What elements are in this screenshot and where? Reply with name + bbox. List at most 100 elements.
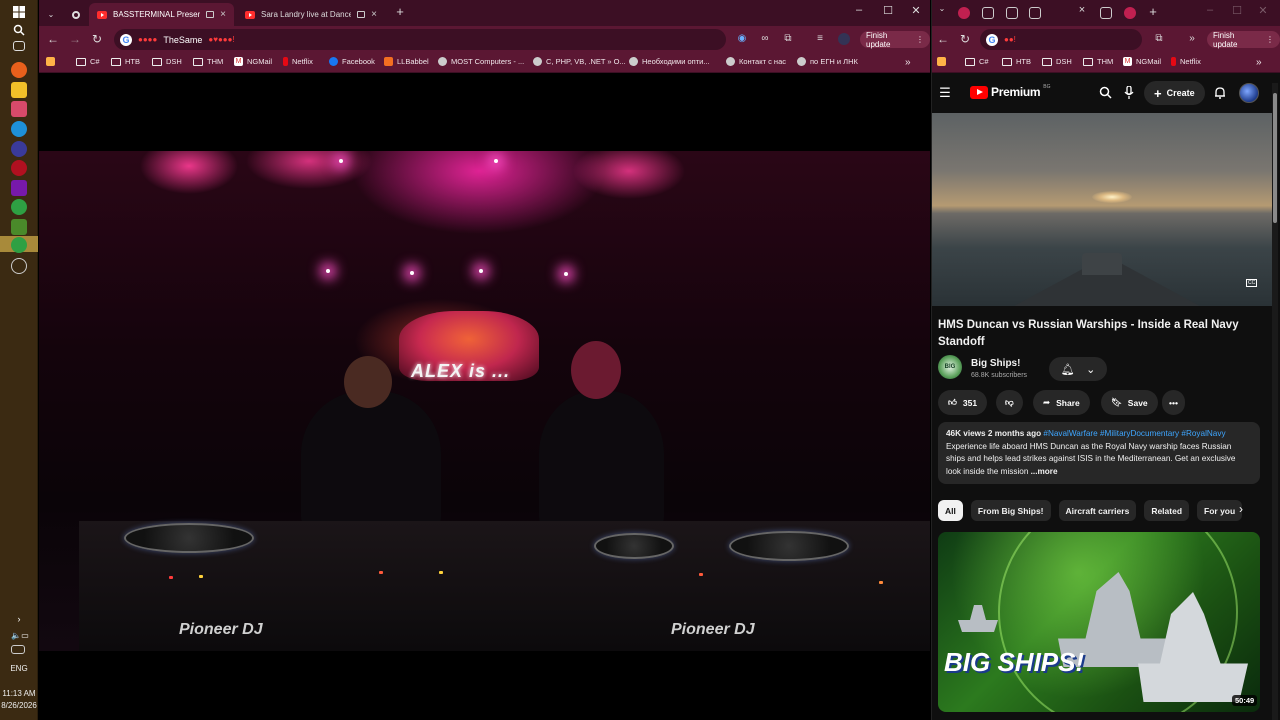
firefox-icon[interactable] — [11, 62, 27, 78]
media-queue-icon[interactable]: ≡ — [814, 33, 826, 45]
bookmark-link[interactable]: Facebook — [329, 57, 375, 66]
more-actions-button[interactable]: ••• — [1162, 390, 1185, 415]
bookmark-folder[interactable]: НТВ — [111, 57, 140, 66]
create-button[interactable]: + Create — [1144, 81, 1205, 105]
close-icon[interactable]: × — [371, 9, 377, 20]
more-link[interactable]: ...more — [1031, 467, 1058, 476]
clock-time[interactable]: 11:13 AM — [0, 688, 38, 700]
bookmark-link[interactable]: по ЕГН и ЛНК — [797, 57, 858, 66]
page-scrollbar[interactable] — [1272, 83, 1278, 720]
chevron-right-icon[interactable]: › — [11, 611, 27, 627]
reload-button[interactable]: ↻ — [958, 32, 972, 46]
scrollbar-thumb[interactable] — [1273, 93, 1277, 223]
close-icon[interactable]: × — [220, 9, 226, 20]
bookmark-folder[interactable]: DSH — [1042, 57, 1072, 66]
video-description[interactable]: 46K views 2 months ago #NavalWarfare #Mi… — [938, 422, 1260, 484]
back-button[interactable]: ← — [936, 32, 950, 46]
reload-button[interactable]: ↻ — [90, 32, 104, 46]
more-tools-icon[interactable]: » — [1186, 33, 1198, 45]
edge-icon[interactable] — [11, 121, 27, 137]
finish-update-button[interactable]: Finish update ⋮ — [1207, 31, 1280, 49]
subscribed-bell-button[interactable]: 🔔︎ ⌄ — [1049, 357, 1107, 381]
incognito-icon[interactable]: ∞ — [759, 33, 771, 45]
search-icon[interactable] — [11, 22, 27, 38]
chip-related[interactable]: Related — [1144, 500, 1190, 521]
bookmark-folder[interactable]: C# — [76, 57, 100, 66]
bookmark-link[interactable]: Необходими опти... — [629, 57, 710, 66]
profile-icon[interactable] — [838, 33, 850, 45]
tab-search-icon[interactable]: ⌄ — [43, 3, 59, 26]
hamburger-menu-icon[interactable]: ☰ — [937, 85, 953, 101]
tab-search-icon[interactable]: ⌄ — [932, 4, 952, 13]
tab-icon[interactable] — [1006, 7, 1018, 19]
chrome-icon[interactable] — [11, 199, 27, 215]
volume-network-icon[interactable]: 🔈▭ — [6, 627, 34, 643]
tab-icon[interactable] — [1100, 7, 1112, 19]
language-indicator[interactable]: ENG — [0, 664, 38, 673]
captions-icon[interactable]: CC — [1246, 279, 1258, 287]
task-view-icon[interactable] — [13, 41, 25, 51]
chrome-active-icon[interactable] — [11, 237, 27, 253]
opera-icon[interactable] — [11, 160, 27, 176]
youtube-video-player[interactable]: CC — [932, 113, 1275, 306]
youtube-premium-logo[interactable]: Premium BG — [970, 84, 1051, 99]
bookmark-link[interactable]: LLBabbel — [384, 57, 429, 66]
apps-icon[interactable] — [46, 57, 55, 66]
account-avatar[interactable] — [1239, 83, 1259, 103]
extensions-icon[interactable]: ⧉ — [1153, 33, 1165, 45]
bookmark-folder[interactable]: THM — [193, 57, 223, 66]
tab-bassterminal[interactable]: BASSTERMINAL Presents: A × — [89, 3, 234, 26]
chip-from-big-ships[interactable]: From Big Ships! — [970, 500, 1051, 521]
bookmark-link[interactable]: Netflix — [283, 57, 313, 66]
notifications-bell-icon[interactable] — [1212, 86, 1228, 102]
file-explorer-icon[interactable] — [11, 82, 27, 98]
address-bar[interactable]: G ●●●● TheSame ●♥●●●! — [114, 29, 726, 50]
search-icon[interactable] — [1097, 86, 1113, 102]
bookmark-link[interactable]: M NGMail — [234, 57, 272, 66]
pinned-tab[interactable] — [67, 3, 85, 26]
next-video-thumbnail[interactable]: BIG SHIPS! 50:49 — [938, 532, 1260, 712]
bookmark-link[interactable]: Netflix — [1171, 57, 1201, 66]
maximize-button[interactable]: ☐ — [1227, 4, 1247, 17]
like-button[interactable]: 👍︎ 351 — [938, 390, 988, 415]
forward-button[interactable]: → — [68, 32, 82, 46]
new-tab-button[interactable]: + — [390, 4, 410, 19]
channel-avatar[interactable]: BIG — [938, 355, 962, 379]
maximize-button[interactable]: ☐ — [878, 4, 898, 17]
tab-icon[interactable] — [1124, 7, 1136, 19]
windows-start-icon[interactable] — [11, 4, 27, 20]
finish-update-button[interactable]: Finish update ⋮ — [860, 31, 930, 49]
clock-app-icon[interactable] — [11, 258, 27, 274]
chip-all[interactable]: All — [938, 500, 963, 521]
close-icon[interactable]: × — [1072, 4, 1092, 16]
address-bar[interactable]: G ●●! — [980, 29, 1142, 50]
minimize-button[interactable]: – — [849, 4, 869, 16]
chip-aircraft-carriers[interactable]: Aircraft carriers — [1058, 500, 1137, 521]
bookmark-link[interactable]: Контакт с нас — [726, 57, 786, 66]
app2-icon[interactable] — [11, 219, 27, 235]
more-bookmarks-icon[interactable]: » — [905, 57, 911, 68]
tab-icon[interactable] — [958, 7, 970, 19]
bookmark-link[interactable]: M NGMail — [1123, 57, 1161, 66]
extensions-icon[interactable]: ⧉ — [782, 33, 794, 45]
keyboard-icon[interactable] — [11, 645, 25, 654]
bookmark-link[interactable]: C, PHP, VB, .NET » O... — [533, 57, 626, 66]
close-window-button[interactable]: ✕ — [1253, 4, 1273, 17]
tab-sara-landry[interactable]: Sara Landry live at Dance A × — [237, 3, 385, 26]
clock-date[interactable]: 8/26/2026 — [0, 700, 38, 712]
apps-icon[interactable] — [937, 57, 946, 66]
hashtags[interactable]: #NavalWarfare #MilitaryDocumentary #Roya… — [1043, 429, 1225, 438]
channel-name[interactable]: Big Ships! — [971, 358, 1020, 369]
save-button[interactable]: 🔖︎ Save — [1101, 390, 1158, 415]
bookmark-folder[interactable]: DSH — [152, 57, 182, 66]
chip-for-you[interactable]: For you — [1197, 500, 1243, 521]
back-button[interactable]: ← — [46, 32, 60, 46]
bookmark-folder[interactable]: C# — [965, 57, 989, 66]
chevron-right-icon[interactable]: › — [1239, 502, 1243, 516]
close-window-button[interactable]: ✕ — [906, 4, 926, 17]
tab-icon[interactable] — [1029, 7, 1041, 19]
tab-icon[interactable] — [982, 7, 994, 19]
bookmark-folder[interactable]: НТВ — [1002, 57, 1031, 66]
onenote-icon[interactable] — [11, 180, 27, 196]
bookmark-link[interactable]: MOST Computers - ... — [438, 57, 524, 66]
